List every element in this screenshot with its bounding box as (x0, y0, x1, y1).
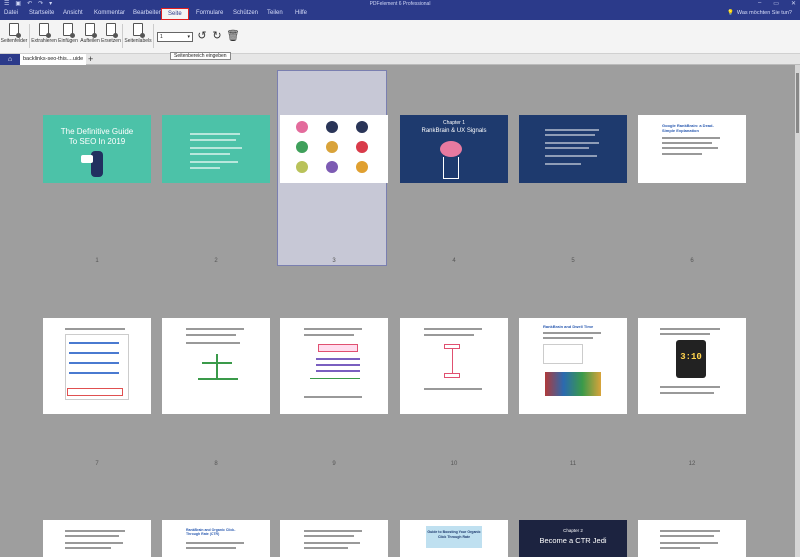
einfuegen-label: Einfügen (58, 38, 78, 44)
page-17-preview: Chapter 2 Become a CTR Jedi (519, 520, 627, 557)
close-icon[interactable]: ✕ (791, 0, 796, 7)
page-9-preview (280, 318, 388, 414)
page-labels-icon (133, 23, 145, 38)
page-number: 11 (569, 461, 577, 467)
document-tab-label: backlinks-seo-this....uide (23, 56, 84, 62)
window-controls: – ▭ ✕ (758, 0, 796, 7)
page-14-preview: RankBrain and Organic Click-Through Rate… (162, 520, 270, 557)
head-outline (443, 157, 459, 179)
minimize-icon[interactable]: – (758, 0, 761, 7)
page-15-preview (280, 520, 388, 557)
extract-icon (39, 23, 51, 38)
vertical-scrollbar[interactable] (795, 65, 800, 557)
menu-bar: Datei Startseite Ansicht Kommentar Bearb… (0, 8, 800, 20)
seitenfelder-button[interactable]: Seitenfelder (0, 23, 28, 44)
page-10-preview (400, 318, 508, 414)
page11-heading: RankBrain and Dwell Time (543, 324, 594, 329)
tab-teilen[interactable]: Teilen (267, 10, 283, 16)
cover-title: The Definitive Guide To SEO In 2019 (60, 127, 134, 146)
page-number: 2 (214, 258, 218, 264)
page-number: 6 (690, 258, 694, 264)
page-number: 9 (332, 461, 336, 467)
page-thumbnail-grid: The Definitive Guide To SEO In 2019 1 2 (0, 65, 795, 557)
page-number: 1 (95, 258, 99, 264)
title-bar: ☰ ▣ ↶ ↷ ▾ PDFelement 6 Professional – ▭ … (0, 0, 800, 8)
phone-time: 3:10 (680, 352, 702, 362)
ersetzen-button[interactable]: Ersetzen (97, 23, 125, 44)
tab-datei[interactable]: Datei (4, 10, 18, 16)
page-number: 4 (452, 258, 456, 264)
page-6-preview: Google RankBrain: a Dead-Simple Explanat… (638, 115, 746, 183)
tell-me-label: Was möchten Sie tun? (736, 10, 792, 16)
page-2-preview (162, 115, 270, 183)
tab-kommentar[interactable]: Kommentar (94, 10, 125, 16)
window-title: PDFelement 6 Professional (369, 1, 431, 7)
page-4-preview: Chapter 1 RankBrain & UX Signals (400, 115, 508, 183)
scrollbar-thumb[interactable] (796, 73, 799, 133)
seitenlabels-label: Seitenlabels (124, 38, 152, 44)
page-12-preview: 3:10 (638, 318, 746, 414)
new-tab-icon[interactable]: + (88, 54, 93, 65)
rotate-right-icon[interactable]: ↻ (211, 30, 223, 42)
ribbon-separator (122, 24, 123, 48)
chapter1-title: RankBrain & UX Signals (421, 128, 487, 134)
page-7-preview (43, 318, 151, 414)
document-tab[interactable]: backlinks-seo-this....uide ✕ (20, 54, 86, 65)
home-icon[interactable]: ⌂ (0, 54, 20, 65)
page-8-preview (162, 318, 270, 414)
chapter2-label: Chapter 2 (563, 528, 583, 533)
ersetzen-label: Ersetzen (101, 38, 121, 44)
tab-formulare[interactable]: Formulare (196, 10, 223, 16)
extrahieren-label: Extrahieren (31, 38, 57, 44)
person-illustration (91, 151, 103, 177)
ribbon-separator (153, 24, 154, 48)
brain-illustration (440, 141, 462, 157)
page-1-preview: The Definitive Guide To SEO In 2019 (43, 115, 151, 183)
page-3-preview (280, 115, 388, 183)
page-number: 7 (95, 461, 99, 467)
lightbulb-icon: 💡 (727, 10, 734, 16)
seitenlabels-button[interactable]: Seitenlabels (124, 23, 152, 44)
page-range-tooltip: Seitenbereich eingeben (170, 52, 231, 60)
page-number: 8 (214, 461, 218, 467)
trash-icon[interactable]: 🗑 (226, 30, 240, 42)
seitenfelder-label: Seitenfelder (0, 38, 28, 44)
chapter2-title: Become a CTR Jedi (539, 536, 607, 545)
maximize-icon[interactable]: ▭ (773, 0, 779, 7)
row3-p4-heading: Guide to Boosting Your Organic Click Thr… (426, 526, 482, 548)
page-number: 10 (450, 461, 458, 467)
page-range-value: 1 (160, 34, 163, 40)
phone-illustration: 3:10 (676, 340, 706, 378)
page-16-preview: Guide to Boosting Your Organic Click Thr… (400, 520, 508, 557)
document-tab-bar: ⌂ backlinks-seo-this....uide ✕ + (0, 54, 800, 65)
sign-illustration (81, 155, 93, 163)
tab-seite[interactable]: Seite (161, 8, 189, 20)
page-18-preview (638, 520, 746, 557)
tab-ansicht[interactable]: Ansicht (63, 10, 83, 16)
page6-heading: Google RankBrain: a Dead-Simple Explanat… (662, 123, 714, 133)
page-number: 12 (688, 461, 696, 467)
tab-bearbeiten[interactable]: Bearbeiten (133, 10, 162, 16)
page-range-input[interactable]: 1 ▾ (157, 32, 193, 42)
page-number: 5 (571, 258, 575, 264)
page-5-preview (519, 115, 627, 183)
insert-icon (63, 23, 75, 38)
page-11-preview: RankBrain and Dwell Time (519, 318, 627, 414)
replace-icon (106, 23, 118, 38)
tab-hilfe[interactable]: Hilfe (295, 10, 307, 16)
tell-me-search[interactable]: 💡 Was möchten Sie tun? (727, 10, 792, 16)
tab-startseite[interactable]: Startseite (29, 10, 54, 16)
page-boxes-icon (9, 23, 21, 38)
page-13-preview (43, 520, 151, 557)
chapter1-label: Chapter 1 (443, 120, 465, 126)
tab-schuetzen[interactable]: Schützen (233, 10, 258, 16)
chevron-down-icon[interactable]: ▾ (187, 33, 190, 41)
split-icon (85, 23, 97, 38)
row3-p2-heading: RankBrain and Organic Click-Through Rate… (186, 528, 236, 536)
page-number: 3 (332, 258, 336, 264)
ribbon-toolbar: Seitenfelder Extrahieren Einfügen Auftei… (0, 20, 800, 54)
rotate-left-icon[interactable]: ↺ (196, 30, 208, 42)
page-thumbnail[interactable] (43, 318, 151, 414)
